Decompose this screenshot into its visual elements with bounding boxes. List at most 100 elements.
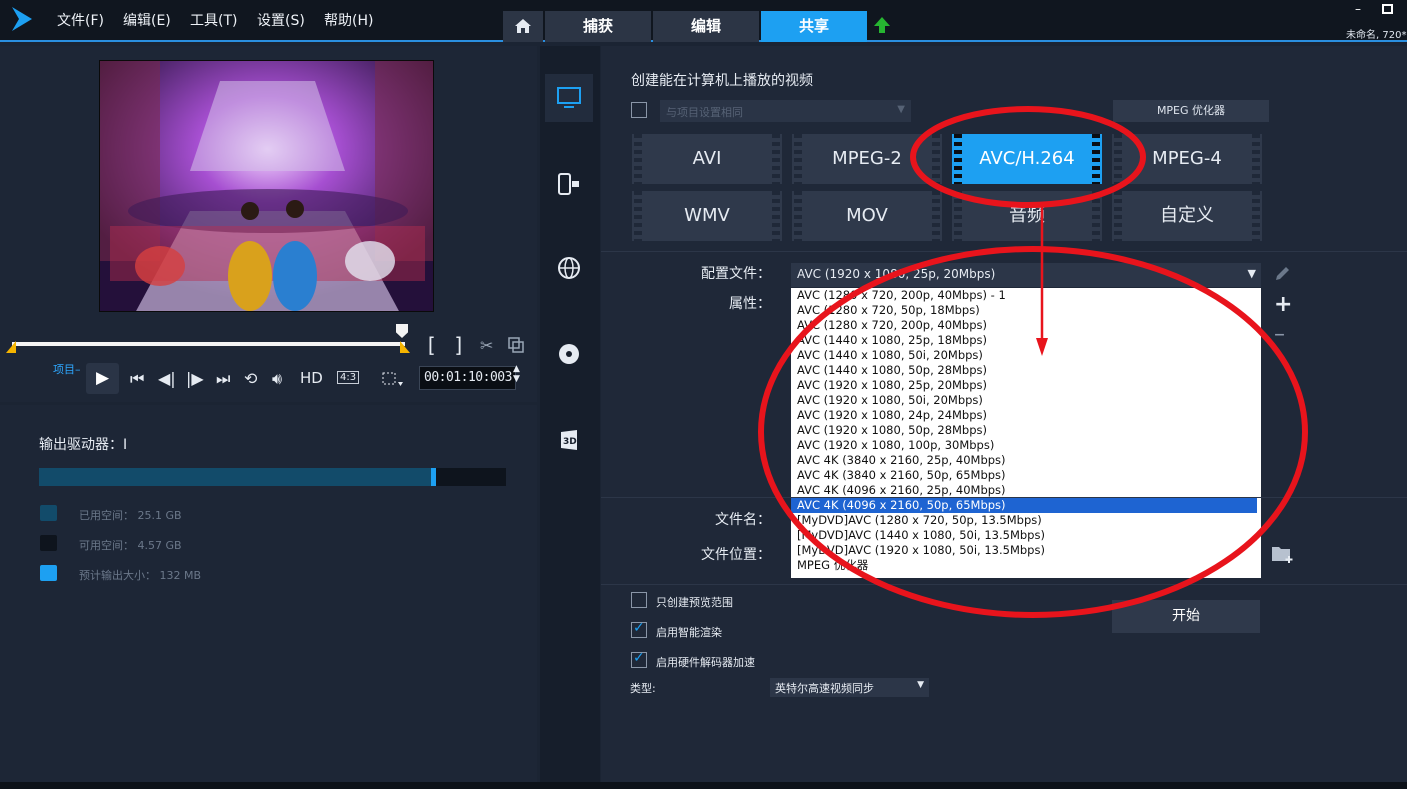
estimated-size-swatch <box>40 565 57 581</box>
profile-option[interactable]: AVC 4K (4096 x 2160, 25p, 40Mbps) <box>791 483 1261 498</box>
add-profile-icon[interactable]: + <box>1274 292 1292 317</box>
divider <box>601 584 1407 585</box>
menu-edit[interactable]: 编辑(E) <box>123 10 171 30</box>
preview-range-only-checkbox[interactable] <box>631 592 647 608</box>
home-icon <box>515 19 531 33</box>
profile-option[interactable]: AVC (1920 x 1080, 50i, 20Mbps) <box>791 393 1261 408</box>
3d-icon: 3D <box>561 430 577 450</box>
estimated-size-label: 预计输出大小： 132 MB <box>79 569 202 582</box>
format-avc-button[interactable]: AVC/H.264 <box>952 134 1102 184</box>
status-strip <box>0 782 1407 789</box>
prev-frame-icon[interactable]: ◀| <box>158 369 176 388</box>
edit-profile-icon[interactable] <box>1273 265 1291 283</box>
app-logo-icon <box>12 7 32 31</box>
format-avi-button[interactable]: AVI <box>632 134 782 184</box>
dropdown-arrow-icon: ▼ <box>897 104 905 115</box>
menu-settings[interactable]: 设置(S) <box>257 10 305 30</box>
hw-decoder-checkbox[interactable] <box>631 650 647 668</box>
computer-category-button[interactable] <box>545 74 593 122</box>
menu-file[interactable]: 文件(F) <box>57 10 104 30</box>
svg-text:3D: 3D <box>563 437 577 447</box>
format-custom-button[interactable]: 自定义 <box>1112 191 1262 241</box>
profile-option[interactable]: AVC 4K (3840 x 2160, 50p, 65Mbps) <box>791 468 1261 483</box>
free-space-swatch <box>40 535 57 551</box>
home-start-icon[interactable]: ⏮ <box>130 369 144 389</box>
play-button[interactable]: ▶ <box>86 363 119 394</box>
3d-category-button[interactable]: 3D <box>545 416 593 464</box>
same-as-project-select[interactable]: 与项目设置相同 ▼ <box>660 100 911 122</box>
profile-option[interactable]: AVC (1920 x 1080, 24p, 24Mbps) <box>791 408 1261 423</box>
profile-option[interactable]: AVC (1280 x 720, 200p, 40Mbps) - 1 <box>791 288 1261 303</box>
mark-in-button[interactable]: [ <box>425 333 437 357</box>
hd-toggle[interactable]: HD <box>300 369 323 387</box>
timecode-field[interactable]: 00:01:10:003 <box>419 366 516 390</box>
profile-option[interactable]: AVC (1920 x 1080, 25p, 20Mbps) <box>791 378 1261 393</box>
format-mpeg4-button[interactable]: MPEG-4 <box>1112 134 1262 184</box>
disc-category-button[interactable] <box>545 330 593 378</box>
dropdown-arrow-icon: ▼ <box>917 680 924 690</box>
dvd-disc-icon <box>559 344 579 364</box>
profile-option[interactable]: AVC (1280 x 720, 200p, 40Mbps) <box>791 318 1261 333</box>
upload-icon[interactable] <box>873 16 891 34</box>
estimated-output-marker <box>431 468 437 486</box>
filename-label: 文件名： <box>715 512 771 528</box>
type-label: 类型: <box>630 682 656 695</box>
profile-option[interactable]: AVC (1440 x 1080, 50p, 28Mbps) <box>791 363 1261 378</box>
format-mov-button[interactable]: MOV <box>792 191 942 241</box>
resize-frame-icon[interactable] <box>382 372 404 388</box>
preview-range-only-label: 只创建预览范围 <box>656 596 733 609</box>
mark-out-button[interactable]: ] <box>453 333 465 357</box>
profile-option[interactable]: AVC (1920 x 1080, 50p, 28Mbps) <box>791 423 1261 438</box>
tab-home[interactable] <box>503 11 543 42</box>
format-audio-button[interactable]: 音频 <box>952 191 1102 241</box>
device-category-button[interactable] <box>545 160 593 208</box>
profile-option-list[interactable]: AVC (1280 x 720, 200p, 40Mbps) - 1 AVC (1… <box>791 288 1261 578</box>
tab-capture[interactable]: 捕获 <box>545 11 651 42</box>
copy-icon[interactable] <box>508 337 524 353</box>
aspect-ratio-selector[interactable]: 4:3 <box>337 371 360 384</box>
free-space-label: 可用空间： 4.57 GB <box>79 539 182 552</box>
profile-option[interactable]: AVC (1440 x 1080, 25p, 18Mbps) <box>791 333 1261 348</box>
volume-icon[interactable]: 🔊︎ <box>272 369 282 389</box>
start-button[interactable]: 开始 <box>1112 600 1260 633</box>
timecode-stepper-icon[interactable]: ▲ ▼ <box>513 364 520 384</box>
project-mode-label[interactable]: 项目– <box>53 361 81 377</box>
minimize-button[interactable]: – <box>1355 2 1361 16</box>
smart-render-checkbox[interactable] <box>631 620 647 638</box>
profile-option[interactable]: AVC (1920 x 1080, 100p, 30Mbps) <box>791 438 1261 453</box>
profile-option[interactable]: AVC (1280 x 720, 50p, 18Mbps) <box>791 303 1261 318</box>
video-preview <box>99 60 434 312</box>
same-as-project-checkbox[interactable] <box>631 102 647 118</box>
remove-profile-icon[interactable]: – <box>1274 322 1285 347</box>
scissors-icon[interactable]: ✂ <box>480 336 493 355</box>
profile-option[interactable]: MPEG 优化器 <box>791 558 1261 573</box>
repeat-icon[interactable]: ⟲ <box>244 369 257 388</box>
mpeg-optimizer-button[interactable]: MPEG 优化器 <box>1113 100 1269 122</box>
maximize-button[interactable] <box>1382 4 1393 14</box>
menu-tools[interactable]: 工具(T) <box>190 10 237 30</box>
disk-used-fill <box>39 468 432 486</box>
next-frame-icon[interactable]: |▶ <box>186 369 204 388</box>
menu-help[interactable]: 帮助(H) <box>324 10 373 30</box>
properties-label: 属性： <box>729 296 771 312</box>
share-header: 创建能在计算机上播放的视频 <box>631 73 813 89</box>
profile-dropdown[interactable]: AVC (1920 x 1080, 25p, 20Mbps) ▼ <box>791 263 1261 287</box>
format-mpeg2-button[interactable]: MPEG-2 <box>792 134 942 184</box>
tab-share[interactable]: 共享 <box>761 11 867 42</box>
profile-option[interactable]: [MyDVD]AVC (1920 x 1080, 50i, 13.5Mbps) <box>791 543 1261 558</box>
profile-option[interactable]: [MyDVD]AVC (1440 x 1080, 50i, 13.5Mbps) <box>791 528 1261 543</box>
end-icon[interactable]: ⏭ <box>216 369 230 389</box>
web-category-button[interactable] <box>545 244 593 292</box>
profile-label: 配置文件： <box>701 266 771 282</box>
browse-folder-icon[interactable] <box>1271 544 1295 564</box>
profile-option[interactable]: [MyDVD]AVC (1280 x 720, 50p, 13.5Mbps) <box>791 513 1261 528</box>
profile-option[interactable]: AVC 4K (4096 x 2160, 50p, 65Mbps) <box>791 498 1257 513</box>
device-icon <box>558 173 579 195</box>
type-dropdown[interactable]: 英特尔高速视频同步 ▼ <box>770 678 929 697</box>
profile-option[interactable]: AVC (1440 x 1080, 50i, 20Mbps) <box>791 348 1261 363</box>
timeline-scrubber[interactable] <box>12 342 405 346</box>
stage-scene-image <box>100 61 433 311</box>
profile-option[interactable]: AVC 4K (3840 x 2160, 25p, 40Mbps) <box>791 453 1261 468</box>
tab-edit[interactable]: 编辑 <box>653 11 759 42</box>
format-wmv-button[interactable]: WMV <box>632 191 782 241</box>
